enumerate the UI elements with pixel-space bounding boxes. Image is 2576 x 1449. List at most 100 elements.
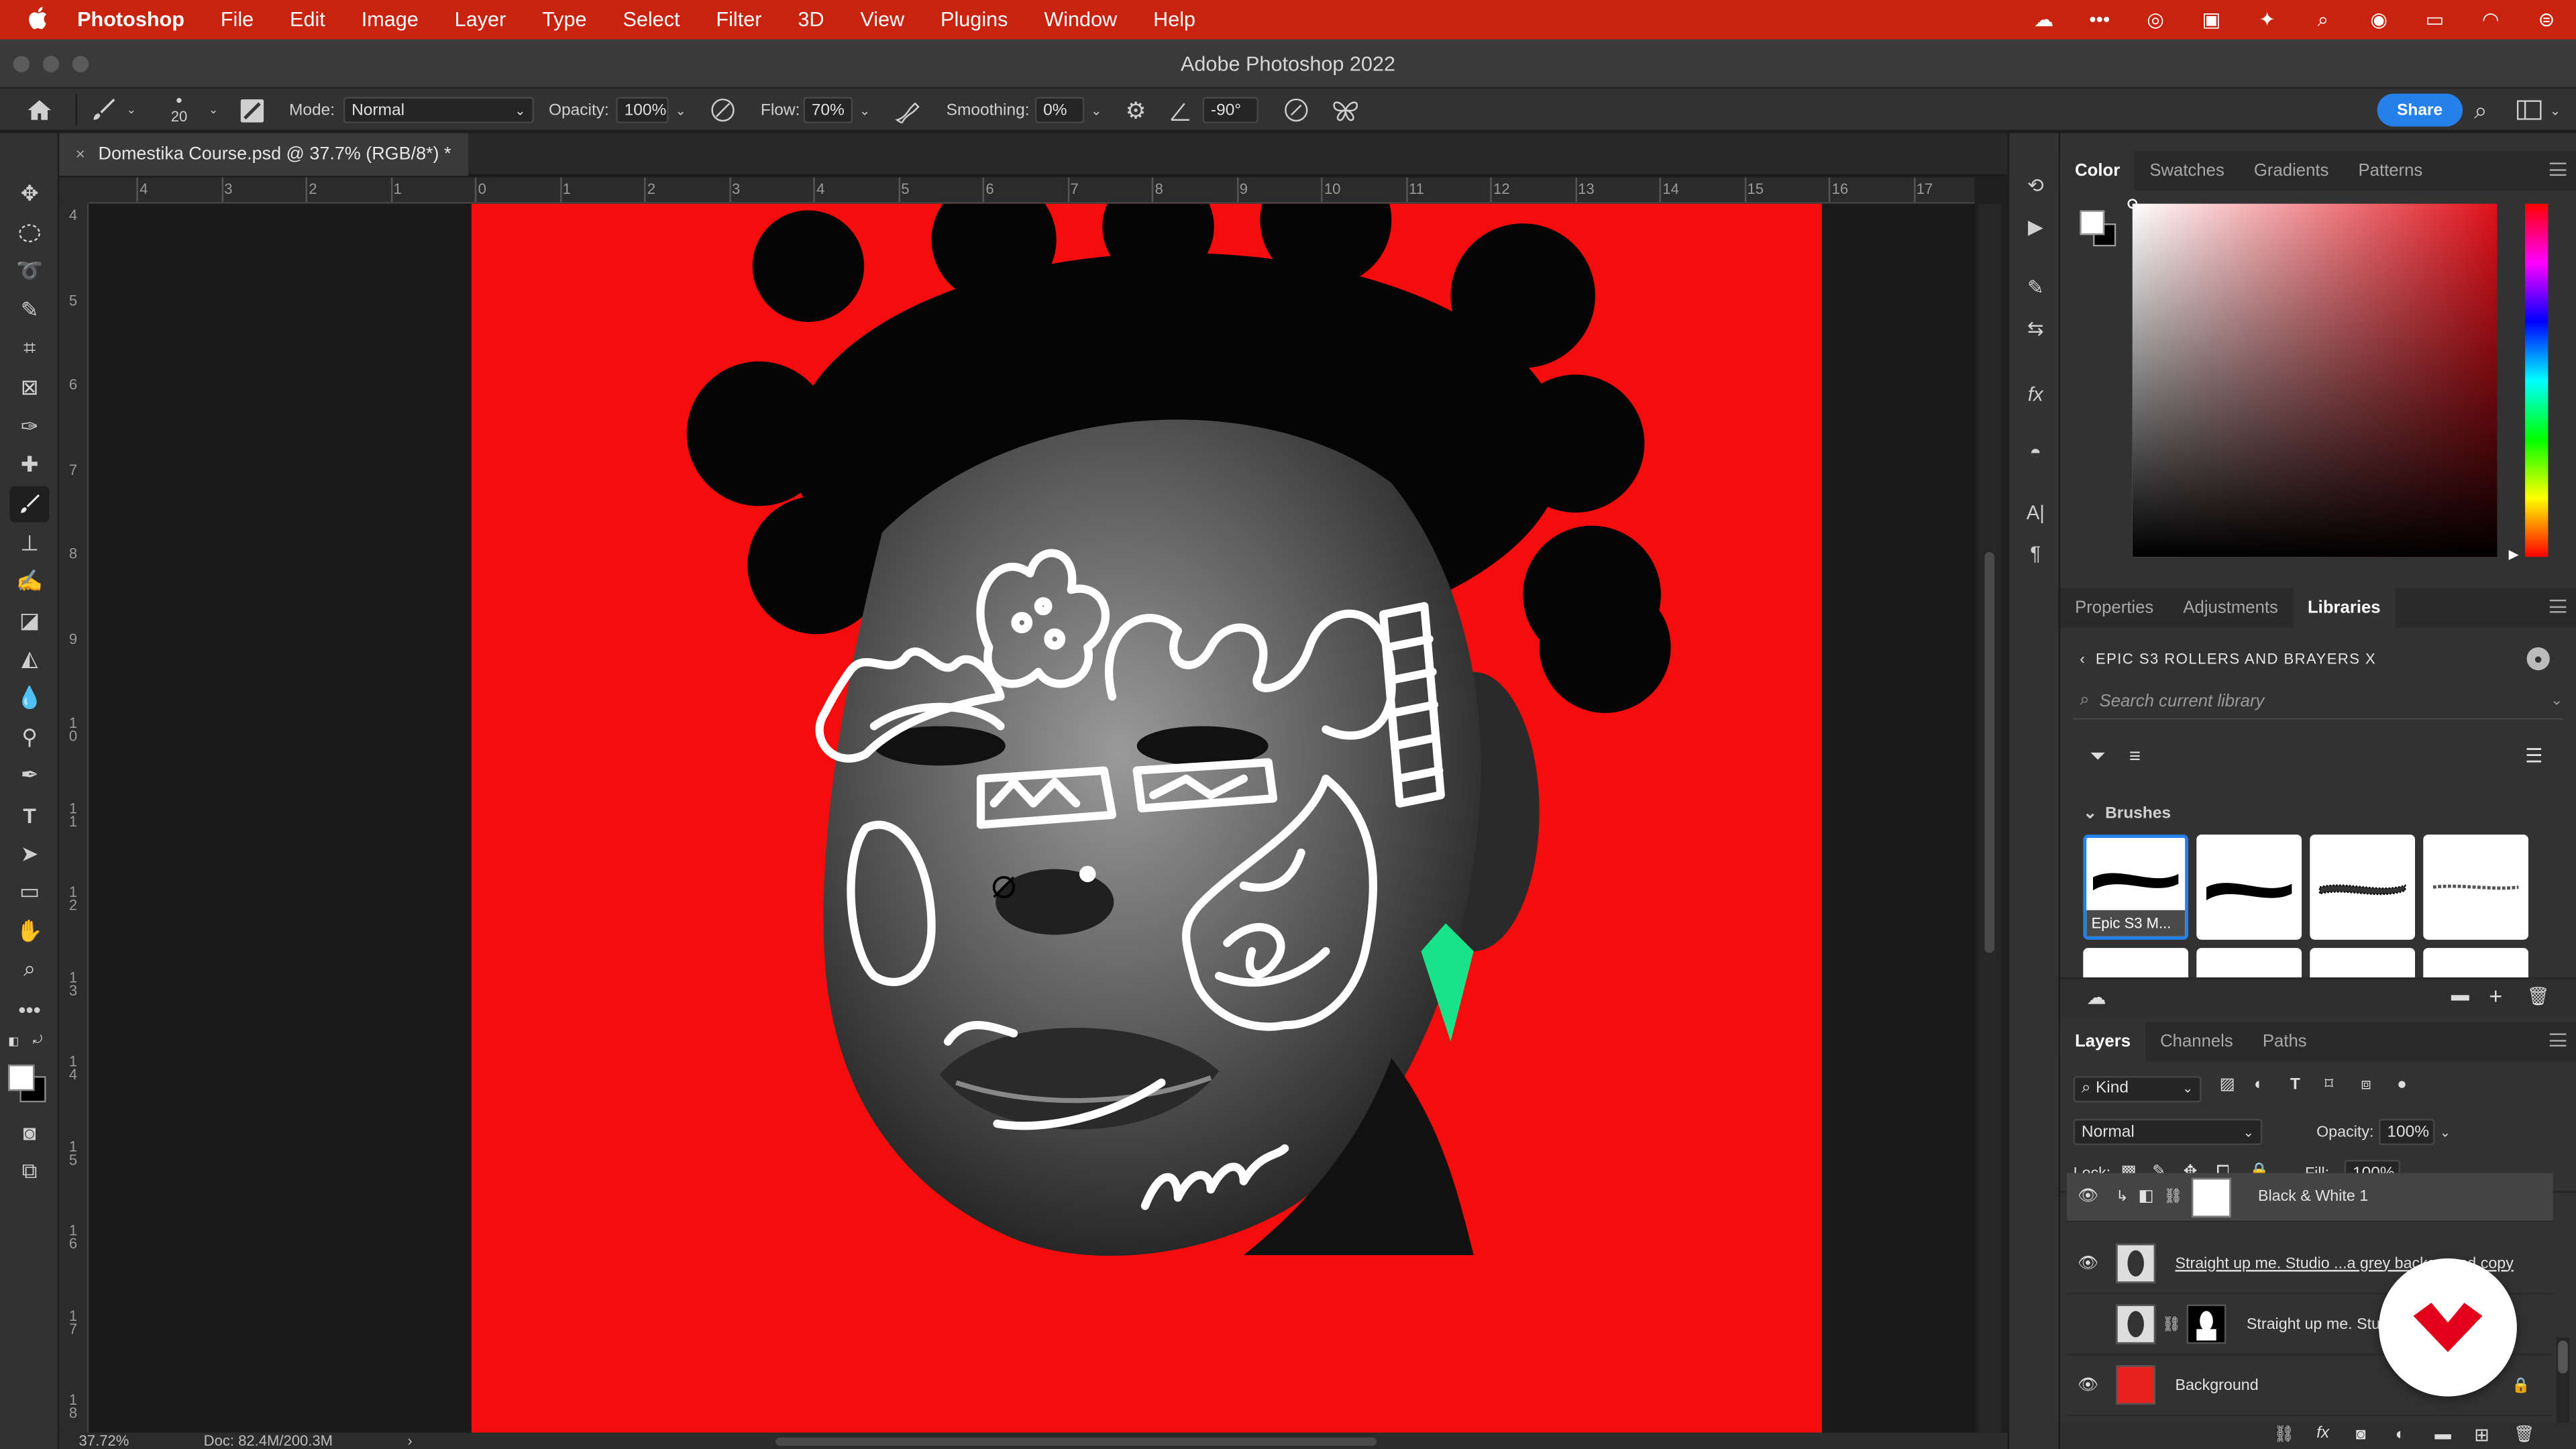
library-breadcrumb[interactable]: ‹ EPIC S3 ROLLERS AND BRAYERS X bbox=[2080, 651, 2376, 667]
filter-pixel-icon[interactable]: ▨ bbox=[2220, 1076, 2235, 1094]
filter-smart-object-icon[interactable]: ⧈ bbox=[2361, 1076, 2371, 1094]
menu-layer[interactable]: Layer bbox=[455, 8, 506, 31]
vertical-ruler[interactable]: 4 5 6 7 8 9 10 11 12 13 14 15 16 17 18 bbox=[59, 203, 89, 1433]
zoom-level[interactable]: 37.72% bbox=[79, 1433, 129, 1449]
menu-photoshop[interactable]: Photoshop bbox=[77, 8, 184, 31]
menu-plugins[interactable]: Plugins bbox=[941, 8, 1008, 31]
brush-tool-preset-icon[interactable]: ⌄ bbox=[91, 89, 136, 131]
blend-mode-select[interactable]: Normal ⌄ bbox=[2073, 1118, 2263, 1145]
library-search-box[interactable]: ⌕ Search current library ⌄ bbox=[2073, 684, 2563, 720]
tab-paths[interactable]: Paths bbox=[2248, 1022, 2322, 1061]
layers-scrollbar[interactable] bbox=[2556, 1337, 2570, 1433]
new-group-icon[interactable]: ▬ bbox=[2434, 1426, 2451, 1444]
chevron-down-icon[interactable]: ⌄ bbox=[676, 103, 686, 117]
panel-foreground-swatch[interactable] bbox=[2080, 210, 2105, 235]
brush-item-4[interactable] bbox=[2423, 835, 2529, 940]
path-selection-tool-icon[interactable]: ➤ bbox=[10, 837, 50, 873]
folder-icon[interactable]: ▬ bbox=[2451, 985, 2469, 1005]
rectangle-tool-icon[interactable]: ▭ bbox=[10, 874, 50, 910]
ruler-origin[interactable] bbox=[59, 177, 89, 204]
add-mask-icon[interactable]: ◙ bbox=[2356, 1426, 2366, 1444]
new-adjustment-icon[interactable]: ◐ bbox=[2396, 1426, 2406, 1444]
search-icon[interactable]: ⌕ bbox=[2310, 8, 2336, 31]
filter-toggle-icon[interactable]: ● bbox=[2397, 1076, 2407, 1094]
history-brush-tool-icon[interactable]: ✍ bbox=[10, 564, 50, 600]
filter-shape-icon[interactable]: ⌑ bbox=[2324, 1076, 2333, 1094]
record-icon[interactable]: ◉ bbox=[2366, 8, 2392, 31]
marquee-tool-icon[interactable] bbox=[10, 215, 50, 252]
new-layer-icon[interactable]: ⊞ bbox=[2474, 1424, 2489, 1446]
tab-libraries[interactable]: Libraries bbox=[2292, 588, 2396, 628]
chevron-down-icon[interactable]: ⌄ bbox=[2551, 692, 2563, 710]
brush-settings-toggle-icon[interactable] bbox=[240, 89, 265, 131]
close-tab-icon[interactable]: × bbox=[76, 146, 85, 164]
brush-item-2[interactable] bbox=[2196, 835, 2302, 940]
dropbox-icon[interactable]: ✦ bbox=[2254, 8, 2280, 31]
character-panel-icon[interactable]: A| bbox=[2023, 499, 2049, 525]
layer-visibility-eye-icon[interactable]: 👁 bbox=[2077, 1254, 2100, 1273]
wifi-icon[interactable]: ◠ bbox=[2477, 8, 2504, 31]
sort-icon[interactable]: ≡ bbox=[2129, 744, 2141, 767]
pressure-size-icon[interactable] bbox=[1283, 89, 1309, 131]
control-center-icon[interactable]: ⊜ bbox=[2533, 8, 2559, 31]
pasteboard[interactable] bbox=[89, 203, 1975, 1433]
eraser-tool-icon[interactable]: ◪ bbox=[10, 603, 50, 639]
tab-patterns[interactable]: Patterns bbox=[2343, 151, 2437, 191]
smoothing-input[interactable]: 0% bbox=[1034, 97, 1085, 123]
menu-window[interactable]: Window bbox=[1044, 8, 1117, 31]
actions-panel-icon[interactable]: ▶ bbox=[2023, 213, 2049, 239]
eyedropper-tool-icon[interactable]: ✑ bbox=[10, 409, 50, 445]
search-icon[interactable]: ⌕ bbox=[2474, 89, 2487, 131]
brush-settings-panel-icon[interactable]: ✎ bbox=[2023, 274, 2049, 301]
horizontal-scrollbar-thumb[interactable] bbox=[775, 1437, 1377, 1446]
screen-mode-icon[interactable]: ⧉ bbox=[10, 1153, 50, 1189]
default-colors-icon[interactable]: ◧ bbox=[8, 1035, 19, 1048]
adjustments-panel-icon[interactable]: ⇆ bbox=[2023, 315, 2049, 341]
smoothing-options-gear-icon[interactable]: ⚙ bbox=[1126, 89, 1146, 131]
pen-tool-icon[interactable]: ✒ bbox=[10, 757, 50, 794]
tab-properties[interactable]: Properties bbox=[2060, 588, 2168, 628]
battery-icon[interactable]: ▭ bbox=[2422, 8, 2448, 31]
brush-tool-icon[interactable] bbox=[9, 486, 50, 523]
layer-mask-thumbnail[interactable] bbox=[2187, 1304, 2227, 1344]
brush-item-3[interactable] bbox=[2310, 835, 2416, 940]
color-picker-marker[interactable] bbox=[2127, 199, 2138, 209]
app-icon[interactable]: ▣ bbox=[2198, 8, 2224, 31]
brush-item-7[interactable] bbox=[2310, 948, 2416, 978]
more-dots-icon[interactable]: ••• bbox=[2086, 8, 2112, 31]
status-menu-chevron-icon[interactable]: › bbox=[407, 1433, 412, 1449]
panel-menu-icon[interactable] bbox=[2549, 1033, 2567, 1047]
color-picker-field[interactable] bbox=[2132, 203, 2498, 557]
cloud-icon[interactable]: ☁ bbox=[2086, 985, 2106, 1008]
workspace-icon[interactable]: ⌄ bbox=[2516, 89, 2561, 131]
panel-menu-icon[interactable] bbox=[2549, 599, 2567, 613]
clone-source-panel-icon[interactable]: ◓ bbox=[2023, 439, 2049, 465]
zoom-window-button[interactable] bbox=[72, 56, 89, 72]
close-window-button[interactable] bbox=[13, 56, 30, 72]
tab-layers[interactable]: Layers bbox=[2060, 1022, 2146, 1062]
layer-visibility-eye-icon[interactable]: 👁 bbox=[2077, 1188, 2100, 1206]
crop-tool-icon[interactable]: ⌗ bbox=[10, 330, 50, 366]
filter-icon[interactable]: ⏷ bbox=[2090, 744, 2106, 769]
layer-mask-thumbnail[interactable] bbox=[2192, 1177, 2232, 1217]
layer-thumbnail[interactable] bbox=[2116, 1304, 2156, 1344]
filter-adjustment-icon[interactable]: ◐ bbox=[2254, 1076, 2264, 1094]
tab-gradients[interactable]: Gradients bbox=[2239, 151, 2344, 191]
brush-item-8[interactable] bbox=[2423, 948, 2529, 978]
paint-bucket-tool-icon[interactable]: ◭ bbox=[10, 641, 50, 677]
trash-icon[interactable]: 🗑 bbox=[2527, 985, 2550, 1007]
menu-view[interactable]: View bbox=[860, 8, 904, 31]
healing-brush-tool-icon[interactable]: ✚ bbox=[10, 447, 50, 483]
list-view-icon[interactable]: ☰ bbox=[2525, 744, 2542, 767]
swap-colors-icon[interactable]: ⤾ bbox=[33, 1035, 42, 1049]
tab-adjustments[interactable]: Adjustments bbox=[2168, 588, 2293, 628]
foreground-color-swatch[interactable] bbox=[8, 1064, 35, 1091]
minimize-window-button[interactable] bbox=[42, 56, 60, 72]
layer-visibility-eye-icon[interactable]: 👁 bbox=[2077, 1376, 2100, 1394]
apple-icon[interactable] bbox=[28, 6, 51, 34]
tab-swatches[interactable]: Swatches bbox=[2135, 151, 2239, 191]
hue-slider[interactable] bbox=[2525, 203, 2548, 557]
more-tools-icon[interactable]: ••• bbox=[10, 991, 50, 1027]
quick-mask-icon[interactable]: ◙ bbox=[10, 1114, 50, 1150]
chevron-down-icon[interactable]: ⌄ bbox=[859, 103, 870, 117]
